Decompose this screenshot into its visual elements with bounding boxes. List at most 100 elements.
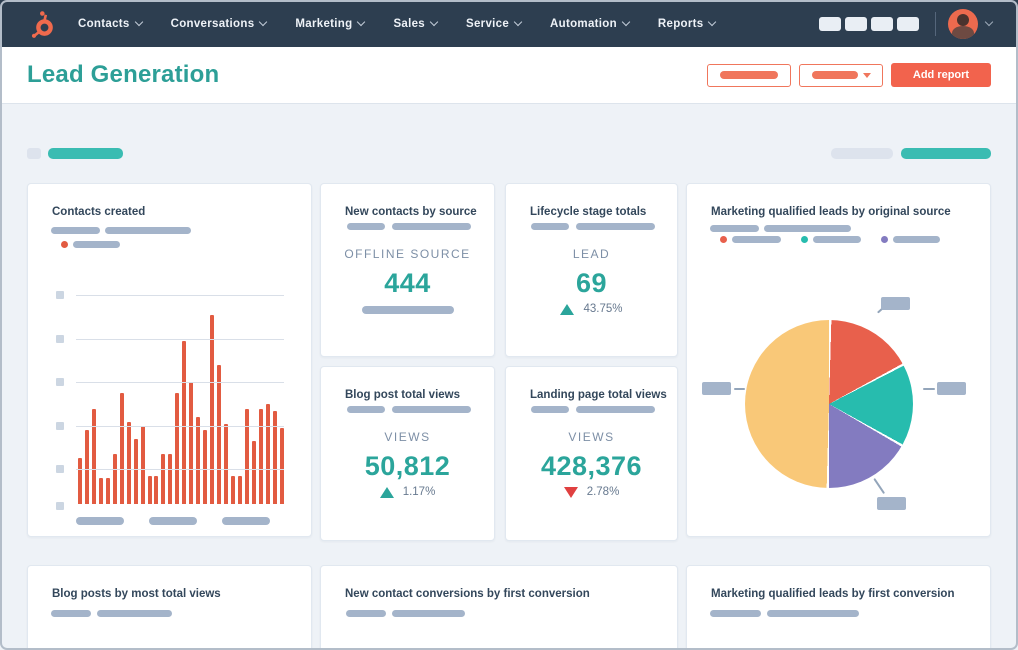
user-avatar[interactable] — [948, 8, 978, 39]
callout-line — [734, 388, 745, 390]
bar — [203, 430, 208, 504]
subtitle-placeholder — [531, 406, 569, 413]
nav-item-sales[interactable]: Sales — [393, 17, 439, 30]
x-axis-label-placeholder — [222, 517, 270, 525]
bar — [237, 476, 242, 504]
card-landing-page-total-views: Landing page total views VIEWS 428,376 2… — [505, 366, 678, 541]
nav-item-marketing[interactable]: Marketing — [295, 17, 366, 30]
chevron-down-icon — [513, 17, 523, 27]
nav-item-label: Contacts — [78, 17, 130, 30]
card-title: Landing page total views — [530, 389, 667, 401]
filter-left — [27, 148, 123, 159]
nav-item-label: Automation — [550, 17, 617, 30]
subtitle-placeholder — [392, 223, 471, 230]
triangle-up-icon — [560, 303, 575, 315]
dashboard-filter-dropdown[interactable] — [799, 63, 883, 87]
bar — [217, 365, 222, 504]
legend-label-placeholder — [813, 236, 861, 243]
y-tick-placeholder — [56, 422, 64, 430]
filter-checkbox-placeholder[interactable] — [27, 148, 41, 159]
bar-chart-bars — [78, 292, 284, 504]
bar — [189, 382, 194, 504]
filter-pill-left[interactable] — [48, 148, 123, 159]
pie-callout-placeholder — [881, 297, 910, 310]
nav-item-label: Marketing — [295, 17, 353, 30]
card-blog-post-total-views: Blog post total views VIEWS 50,812 1.17% — [320, 366, 495, 541]
nav-icon-placeholder-1[interactable] — [819, 16, 841, 31]
subtitle-placeholder — [105, 227, 191, 234]
filter-pill-gray[interactable] — [831, 148, 893, 159]
bar — [78, 458, 82, 504]
hubspot-dashboard: Contacts Conversations Marketing Sales Servi… — [0, 0, 1018, 650]
nav-item-label: Conversations — [170, 17, 255, 30]
subtitle-placeholder — [710, 610, 761, 617]
bar — [175, 393, 180, 504]
callout-line — [923, 388, 935, 390]
metric-footnote-placeholder — [361, 306, 454, 314]
chevron-down-icon — [708, 17, 717, 27]
legend-dot — [61, 241, 68, 248]
nav-item-automation[interactable]: Automation — [550, 17, 631, 30]
metric-label: OFFLINE SOURCE — [344, 247, 471, 261]
card-title: Lifecycle stage totals — [530, 206, 647, 218]
gridline — [76, 469, 284, 470]
add-report-button[interactable]: Add report — [891, 63, 991, 87]
pie-callout-placeholder — [702, 382, 731, 395]
card-mql-by-original-source: Marketing qualified leads by original so… — [686, 183, 991, 537]
subtitle-placeholder — [710, 225, 759, 232]
metric-delta: 2.78% — [506, 486, 677, 498]
card-title: Marketing qualified leads by original so… — [711, 206, 951, 218]
card-title: Contacts created — [52, 206, 146, 218]
filter-pill-right[interactable] — [901, 148, 991, 159]
subtitle-placeholder — [51, 610, 91, 617]
legend-label-placeholder — [732, 236, 781, 243]
subtitle-placeholder — [531, 223, 569, 230]
metric-label: VIEWS — [384, 430, 431, 444]
pie-chart — [745, 320, 913, 488]
bar — [265, 404, 270, 504]
chevron-down-icon — [259, 17, 268, 27]
bar — [140, 426, 145, 504]
subtitle-placeholder — [392, 406, 471, 413]
nav-item-conversations[interactable]: Conversations — [170, 17, 268, 30]
nav-item-label: Sales — [393, 17, 425, 30]
page-title: Lead Generation — [27, 61, 220, 88]
card-title: New contact conversions by first convers… — [345, 588, 590, 600]
hubspot-sprocket-icon[interactable] — [26, 9, 56, 39]
bar — [182, 341, 187, 504]
y-tick-placeholder — [56, 335, 64, 343]
callout-line — [873, 478, 886, 495]
gridline — [76, 426, 284, 427]
nav-icon-placeholder-4[interactable] — [897, 16, 919, 31]
nav-item-label: Reports — [657, 17, 704, 30]
subtitle-placeholder — [767, 610, 859, 617]
header-actions: Add report — [707, 63, 991, 87]
bar — [126, 422, 131, 504]
subtitle-placeholder — [347, 223, 385, 230]
metric-label: LEAD — [572, 247, 611, 261]
caret-down-icon — [862, 72, 871, 78]
filter-row — [0, 148, 1018, 159]
chevron-down-icon — [134, 17, 143, 27]
y-tick-placeholder — [56, 502, 64, 510]
bar — [98, 478, 103, 504]
nav-item-service[interactable]: Service — [466, 17, 523, 30]
y-tick-placeholder — [56, 465, 64, 473]
page-header: Lead Generation Add report — [0, 47, 1018, 104]
bar — [272, 411, 277, 504]
x-axis-label-placeholder — [76, 517, 124, 525]
bar — [279, 428, 284, 504]
metric-value: 69 — [575, 268, 608, 298]
nav-icon-placeholder-3[interactable] — [871, 16, 893, 31]
chevron-down-icon — [621, 17, 631, 27]
pie-callout-placeholder — [877, 497, 906, 510]
bar — [251, 441, 256, 504]
dashboard-actions-button[interactable] — [707, 63, 791, 87]
triangle-up-icon — [379, 486, 394, 498]
nav-icon-placeholder-2[interactable] — [845, 16, 867, 31]
y-tick-placeholder — [56, 378, 64, 386]
bar — [119, 393, 124, 504]
nav-item-contacts[interactable]: Contacts — [78, 17, 143, 30]
nav-item-reports[interactable]: Reports — [657, 17, 717, 30]
chevron-down-icon[interactable] — [984, 17, 994, 27]
